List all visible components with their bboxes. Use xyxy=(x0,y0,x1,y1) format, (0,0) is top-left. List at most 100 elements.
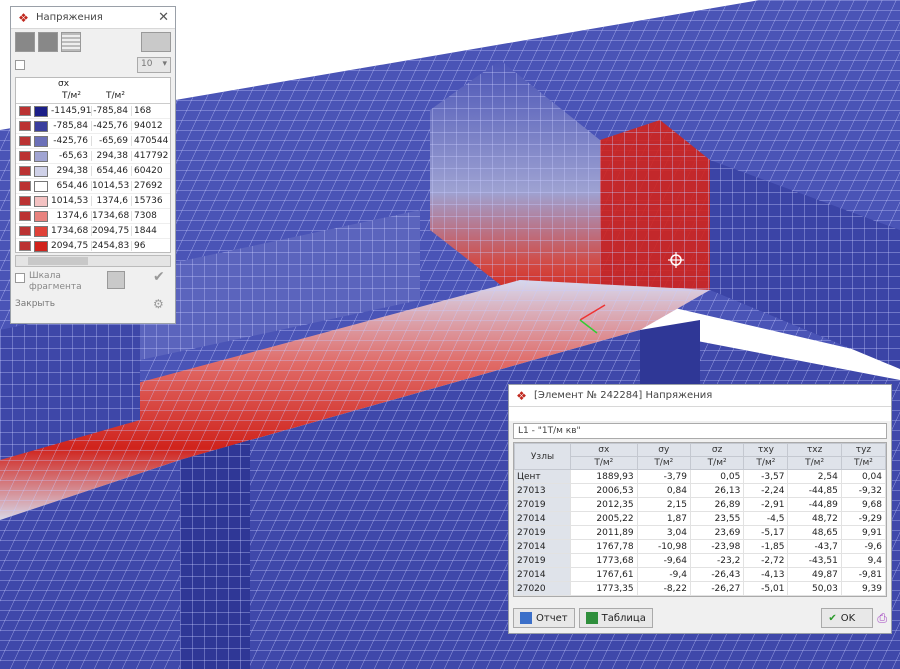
stress-value: 23,55 xyxy=(689,511,745,526)
stress-value: 49,87 xyxy=(787,567,842,582)
legend-swatch xyxy=(34,180,48,192)
stress-value: -9,6 xyxy=(840,539,887,554)
element-stress-window[interactable]: ❖ [Элемент № 242284] Напряжения L1 - "1T… xyxy=(508,384,892,634)
print-icon[interactable]: ⎙ xyxy=(877,611,887,626)
fragment-scale-checkbox[interactable] xyxy=(15,273,25,283)
legend-title: Напряжения xyxy=(36,12,103,23)
auto-checkbox[interactable] xyxy=(15,60,25,70)
apply-check-icon[interactable]: ✔ xyxy=(153,269,165,285)
table-button[interactable]: Таблица xyxy=(578,608,653,628)
legend-to: -785,84 xyxy=(91,106,131,116)
legend-row-checkbox[interactable] xyxy=(19,151,31,161)
palette-button[interactable] xyxy=(141,32,171,52)
ok-button[interactable]: ✔ OK xyxy=(821,608,874,628)
legend-header: σx Т/м² Т/м² xyxy=(16,78,170,104)
legend-titlebar[interactable]: ❖ Напряжения ✕ xyxy=(11,7,175,29)
intervals-select[interactable]: 10 ▾ xyxy=(137,57,171,73)
result-title: [Элемент № 242284] Напряжения xyxy=(534,390,713,401)
node-id: 27019 xyxy=(514,497,571,512)
legend-row-checkbox[interactable] xyxy=(19,106,31,116)
result-spacer xyxy=(509,407,891,421)
legend-row-checkbox[interactable] xyxy=(19,181,31,191)
legend-count: 96 xyxy=(131,241,161,251)
stress-value: 1773,68 xyxy=(569,553,638,568)
color-mode-button[interactable] xyxy=(15,32,35,52)
stress-legend-window[interactable]: ❖ Напряжения ✕ 10 ▾ σx Т/м² Т/м² -1145,91… xyxy=(10,6,176,324)
stress-value: 26,13 xyxy=(689,483,745,498)
stress-value: 9,68 xyxy=(840,497,887,512)
legend-row-checkbox[interactable] xyxy=(19,121,31,131)
legend-from: 1374,6 xyxy=(56,211,89,221)
word-icon xyxy=(520,612,532,624)
column-symbol: τxy xyxy=(743,443,789,457)
node-id: 27020 xyxy=(514,581,571,596)
node-id: 27019 xyxy=(514,553,571,568)
table-row[interactable]: 27019 2012,35 2,15 26,89 -2,91 -44,89 9,68 xyxy=(514,497,887,512)
legend-count: 1844 xyxy=(131,226,161,236)
close-icon[interactable]: ✕ xyxy=(158,10,169,25)
stress-value: 9,91 xyxy=(840,525,887,540)
stress-value: 2,54 xyxy=(787,469,842,484)
stress-value: -9,64 xyxy=(636,553,691,568)
table-row[interactable]: 27019 2011,89 3,04 23,69 -5,17 48,65 9,91 xyxy=(514,525,887,540)
legend-to: 294,38 xyxy=(91,151,131,161)
table-row[interactable]: 27020 1773,35 -8,22 -26,27 -5,01 50,03 9,39 xyxy=(514,581,887,596)
column-symbol: τxz xyxy=(787,443,842,457)
legend-row-checkbox[interactable] xyxy=(19,196,31,206)
legend-row-checkbox[interactable] xyxy=(19,211,31,221)
legend-row-checkbox[interactable] xyxy=(19,226,31,236)
table-row[interactable]: 27014 2005,22 1,87 23,55 -4,5 48,72 -9,29 xyxy=(514,511,887,526)
legend-row: 2094,75 2454,83 96 xyxy=(16,239,170,252)
stress-value: 0,04 xyxy=(840,469,887,484)
stress-value: 1889,93 xyxy=(569,469,638,484)
legend-count: 168 xyxy=(131,106,161,116)
stress-value: -2,91 xyxy=(743,497,789,512)
stress-value: 9,4 xyxy=(840,553,887,568)
stress-value: -3,57 xyxy=(743,469,789,484)
app-logo-icon: ❖ xyxy=(516,388,527,403)
stress-value: 9,39 xyxy=(840,581,887,596)
legend-hscrollbar[interactable] xyxy=(15,255,171,267)
gray-mode-button[interactable] xyxy=(38,32,58,52)
legend-row-checkbox[interactable] xyxy=(19,241,31,251)
fragment-scale-label-2: фрагмента xyxy=(29,282,82,292)
unit-label-from: Т/м² xyxy=(62,91,81,101)
app-logo-icon: ❖ xyxy=(18,10,29,25)
node-id: Цент xyxy=(514,469,571,484)
table-row[interactable]: Цент 1889,93 -3,79 0,05 -3,57 2,54 0,04 xyxy=(514,469,887,484)
legend-toolbar xyxy=(11,29,175,55)
stress-value: -2,72 xyxy=(743,553,789,568)
stress-value: 1767,61 xyxy=(569,567,638,582)
load-case-select[interactable]: L1 - "1T/м кв" xyxy=(513,423,887,439)
scroll-thumb[interactable] xyxy=(28,257,88,265)
hatch-mode-button[interactable] xyxy=(61,32,81,52)
legend-row-checkbox[interactable] xyxy=(19,166,31,176)
table-row[interactable]: 27014 1767,61 -9,4 -26,43 -4,13 49,87 -9,81 xyxy=(514,567,887,582)
result-titlebar[interactable]: ❖ [Элемент № 242284] Напряжения xyxy=(509,385,891,407)
stress-value: -4,13 xyxy=(743,567,789,582)
stress-value: -43,51 xyxy=(787,553,842,568)
legend-from: 1734,68 xyxy=(51,226,89,236)
report-button[interactable]: Отчет xyxy=(513,608,575,628)
settings-icon[interactable]: ⚙ xyxy=(153,297,164,311)
legend-to: 1014,53 xyxy=(91,181,130,191)
close-button[interactable]: Закрыть xyxy=(15,299,55,309)
column-symbol: σx xyxy=(569,443,638,457)
legend-row-checkbox[interactable] xyxy=(19,136,31,146)
legend-swatch xyxy=(34,195,48,207)
stress-value: 2006,53 xyxy=(569,483,638,498)
refresh-button[interactable] xyxy=(107,271,125,289)
stress-value: -23,98 xyxy=(689,539,745,554)
legend-count: 15736 xyxy=(131,196,163,206)
legend-from: -1145,91 xyxy=(51,106,92,116)
result-footer: Отчет Таблица ✔ OK ⎙ xyxy=(513,607,887,629)
stress-value: -9,32 xyxy=(840,483,887,498)
table-row[interactable]: 27014 1767,78 -10,98 -23,98 -1,85 -43,7 -9,6 xyxy=(514,539,887,554)
legend-to: -425,76 xyxy=(91,121,131,131)
legend-to: 1374,6 xyxy=(91,196,131,206)
table-row[interactable]: 27019 1773,68 -9,64 -23,2 -2,72 -43,51 9,4 xyxy=(514,553,887,568)
table-row[interactable]: 27013 2006,53 0,84 26,13 -2,24 -44,85 -9,32 xyxy=(514,483,887,498)
legend-row: -1145,91 -785,84 168 xyxy=(16,104,170,119)
stress-value: 26,89 xyxy=(689,497,745,512)
legend-from: -785,84 xyxy=(53,121,88,131)
